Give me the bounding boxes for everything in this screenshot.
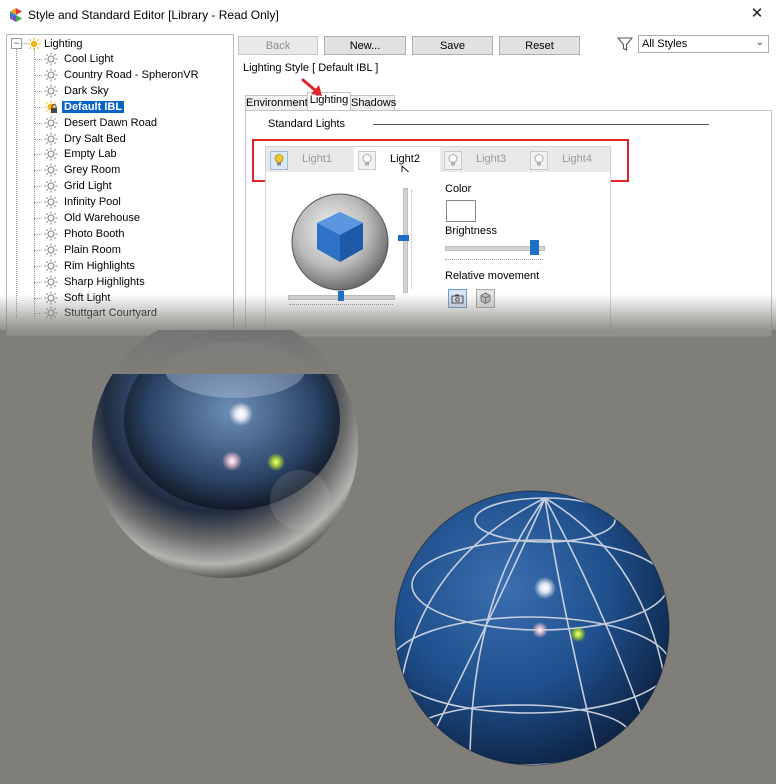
new-button[interactable]: New... <box>324 36 406 55</box>
blue-globe <box>395 491 669 765</box>
tree-item-label: Cool Light <box>64 53 114 65</box>
sun-outline-icon <box>44 243 58 257</box>
sun-outline-icon <box>44 259 58 273</box>
window-title: Style and Standard Editor [Library - Rea… <box>28 8 279 22</box>
close-button[interactable]: ✕ <box>744 2 770 26</box>
tree-root-label: Lighting <box>44 38 83 50</box>
fade-overlay <box>0 294 776 374</box>
slider-ticks <box>445 259 543 261</box>
tab-shadows[interactable]: Shadows <box>350 95 396 110</box>
tab-environment[interactable]: Environment <box>245 95 308 110</box>
save-button[interactable]: Save <box>412 36 493 55</box>
sun-outline-icon <box>44 227 58 241</box>
tree-item-label: Country Road - SpheronVR <box>64 69 199 81</box>
title-bar: Style and Standard Editor [Library - Rea… <box>0 0 776 30</box>
back-button[interactable]: Back <box>238 36 318 55</box>
tree-item-label: Dry Salt Bed <box>64 133 126 145</box>
brightness-label: Brightness <box>445 225 497 237</box>
slider-ticks <box>411 190 413 290</box>
brightness-slider-thumb[interactable] <box>530 240 539 255</box>
render-preview <box>92 330 670 766</box>
tree-item-label: Sharp Highlights <box>64 276 145 288</box>
sun-outline-icon <box>44 84 58 98</box>
filter-icon[interactable] <box>617 36 633 52</box>
standard-lights-label: Standard Lights <box>268 118 346 130</box>
sun-outline-icon <box>44 147 58 161</box>
sun-outline-icon <box>44 132 58 146</box>
relative-movement-label: Relative movement <box>445 270 540 282</box>
tree-item-label: Default IBL <box>62 101 125 113</box>
color-label: Color <box>445 183 472 195</box>
sun-outline-icon <box>44 195 58 209</box>
sun-outline-icon <box>44 179 58 193</box>
tree-item-label: Infinity Pool <box>64 196 121 208</box>
light-direction-sphere[interactable] <box>290 192 390 292</box>
elevation-slider-thumb[interactable] <box>398 235 409 241</box>
section-divider <box>373 124 709 125</box>
sun-outline-icon <box>44 116 58 130</box>
chevron-down-icon: ⌄ <box>755 37 764 48</box>
sun-outline-icon <box>44 68 58 82</box>
close-icon: ✕ <box>750 5 764 22</box>
red-arrow-icon <box>301 78 322 96</box>
sun-outline-icon <box>44 163 58 177</box>
lighting-style-header: Lighting Style [ Default IBL ] <box>243 62 379 74</box>
app-logo-icon <box>10 8 22 22</box>
style-filter-value: All Styles <box>642 38 688 50</box>
tree-item-label: Grid Light <box>64 180 112 192</box>
sun-outline-icon <box>44 275 58 289</box>
sun-lock-icon <box>44 100 58 114</box>
sun-outline-icon <box>44 211 58 225</box>
reset-button[interactable]: Reset <box>499 36 580 55</box>
tree-item-label: Desert Dawn Road <box>64 117 157 129</box>
sun-outline-icon <box>44 52 58 66</box>
color-swatch[interactable] <box>446 200 476 222</box>
tree-item-label: Dark Sky <box>64 85 109 97</box>
tree-item-label: Rim Highlights <box>64 260 135 272</box>
tree-item-label: Photo Booth <box>64 228 125 240</box>
tree-item-label: Old Warehouse <box>64 212 141 224</box>
tree-item-label: Plain Room <box>64 244 121 256</box>
style-filter-select[interactable]: All Styles ⌄ <box>638 35 769 53</box>
tree-item-label: Empty Lab <box>64 148 117 160</box>
tree-item-label: Grey Room <box>64 164 121 176</box>
